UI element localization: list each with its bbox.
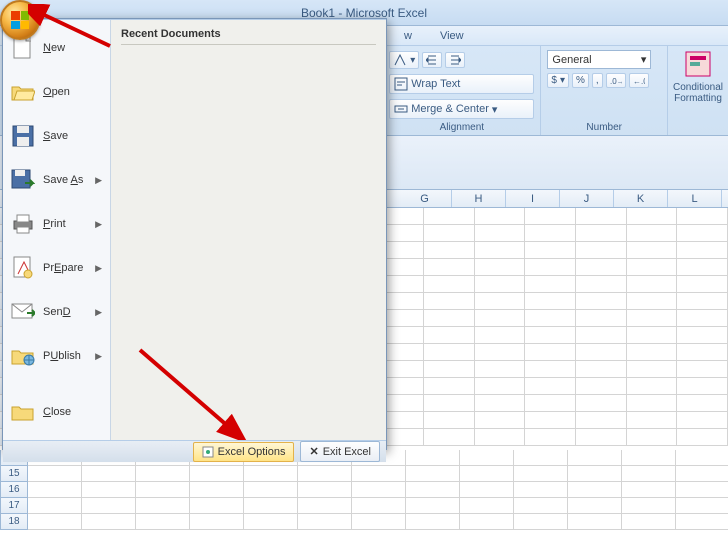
menu-item-prepare[interactable]: PrEpare ▶ xyxy=(3,246,110,290)
menu-label: Open xyxy=(43,86,102,98)
submenu-arrow-icon: ▶ xyxy=(95,175,102,186)
options-icon xyxy=(202,446,214,458)
wrap-text-button[interactable]: Wrap Text xyxy=(389,74,534,94)
merge-center-label: Merge & Center xyxy=(411,103,489,115)
svg-text:←.0: ←.0 xyxy=(633,77,645,86)
svg-text:.0→: .0→ xyxy=(610,77,622,86)
close-icon xyxy=(11,400,35,424)
col-header[interactable]: L xyxy=(668,190,722,207)
decrease-decimal-icon: ←.0 xyxy=(633,76,645,86)
row-header[interactable]: 18 xyxy=(0,514,28,530)
menu-label: PrEpare xyxy=(43,262,87,274)
prepare-icon xyxy=(11,256,35,280)
office-button[interactable] xyxy=(0,0,40,40)
percent-button[interactable]: % xyxy=(572,73,589,88)
merge-icon xyxy=(394,102,408,116)
menu-label: SenD xyxy=(43,306,87,318)
office-logo-icon xyxy=(11,11,29,29)
exit-excel-button[interactable]: ✕ Exit Excel xyxy=(300,441,380,462)
increase-indent-icon xyxy=(449,54,461,66)
excel-options-label: Excel Options xyxy=(218,446,286,458)
col-header[interactable]: J xyxy=(560,190,614,207)
ribbon-group-styles: Conditional Formatting xyxy=(668,46,728,135)
publish-icon xyxy=(11,344,35,368)
exit-excel-label: Exit Excel xyxy=(323,446,371,458)
excel-options-button[interactable]: Excel Options xyxy=(193,442,295,462)
menu-item-close[interactable]: Close xyxy=(3,390,110,434)
send-icon xyxy=(11,300,35,324)
saveas-icon xyxy=(11,168,35,192)
col-header[interactable]: H xyxy=(452,190,506,207)
tab-partial[interactable]: w xyxy=(390,27,426,45)
menu-item-send[interactable]: SenD ▶ xyxy=(3,290,110,334)
menu-label: Save As xyxy=(43,174,87,186)
menu-item-saveas[interactable]: Save As ▶ xyxy=(3,158,110,202)
col-header[interactable]: G xyxy=(398,190,452,207)
wrap-text-icon xyxy=(394,77,408,91)
decrease-indent-icon xyxy=(426,54,438,66)
conditional-formatting-label: Conditional Formatting xyxy=(673,82,723,104)
number-format-selected: General xyxy=(552,54,591,66)
decrease-decimal-button[interactable]: ←.0 xyxy=(629,73,649,88)
col-header[interactable]: K xyxy=(614,190,668,207)
submenu-arrow-icon: ▶ xyxy=(95,263,102,274)
recent-documents-header: Recent Documents xyxy=(121,28,376,45)
chevron-down-icon: ▾ xyxy=(641,53,647,66)
submenu-arrow-icon: ▶ xyxy=(95,307,102,318)
menu-label: Save xyxy=(43,130,102,142)
save-icon xyxy=(11,124,35,148)
increase-decimal-icon: .0→ xyxy=(610,76,622,86)
menu-label: PUblish xyxy=(43,350,87,362)
comma-button[interactable]: , xyxy=(592,73,603,88)
menu-item-publish[interactable]: PUblish ▶ xyxy=(3,334,110,378)
visible-row-headers: 14 15 16 17 18 xyxy=(0,450,728,530)
menu-label: Close xyxy=(43,406,102,418)
orientation-button[interactable]: ▾ xyxy=(389,51,419,69)
conditional-formatting-icon[interactable] xyxy=(684,50,712,78)
menu-item-open[interactable]: Open xyxy=(3,70,110,114)
orientation-icon xyxy=(393,53,407,67)
wrap-text-label: Wrap Text xyxy=(411,78,460,90)
menu-label: Print xyxy=(43,218,87,230)
submenu-arrow-icon: ▶ xyxy=(95,351,102,362)
row-header[interactable]: 15 xyxy=(0,466,28,482)
menu-item-save[interactable]: Save xyxy=(3,114,110,158)
number-format-dropdown[interactable]: General ▾ xyxy=(547,50,651,69)
row-header[interactable]: 16 xyxy=(0,482,28,498)
alignment-group-label: Alignment xyxy=(389,122,534,133)
recent-documents-pane: Recent Documents xyxy=(111,20,386,440)
increase-indent-button[interactable] xyxy=(445,52,465,68)
menu-item-print[interactable]: Print ▶ xyxy=(3,202,110,246)
col-header[interactable]: I xyxy=(506,190,560,207)
merge-center-button[interactable]: Merge & Center ▾ xyxy=(389,99,534,119)
tab-view[interactable]: View xyxy=(426,27,478,45)
number-group-label: Number xyxy=(547,122,661,133)
open-icon xyxy=(11,80,35,104)
ribbon-group-alignment: ▾ Wrap Text Merge & Center ▾ Alignment xyxy=(383,46,541,135)
print-icon xyxy=(11,212,35,236)
menu-label: New xyxy=(43,42,102,54)
office-menu-footer: Excel Options ✕ Exit Excel xyxy=(3,440,386,462)
office-menu-left: New Open Save Save As ▶ Print ▶ xyxy=(3,20,111,440)
exit-x-icon: ✕ xyxy=(309,445,318,458)
decrease-indent-button[interactable] xyxy=(422,52,442,68)
increase-decimal-button[interactable]: .0→ xyxy=(606,73,626,88)
office-menu: New Open Save Save As ▶ Print ▶ xyxy=(2,18,387,450)
ribbon-group-number: General ▾ $ ▾ % , .0→ ←.0 Number xyxy=(541,46,668,135)
submenu-arrow-icon: ▶ xyxy=(95,219,102,230)
row-header[interactable]: 17 xyxy=(0,498,28,514)
currency-button[interactable]: $ ▾ xyxy=(547,73,569,88)
